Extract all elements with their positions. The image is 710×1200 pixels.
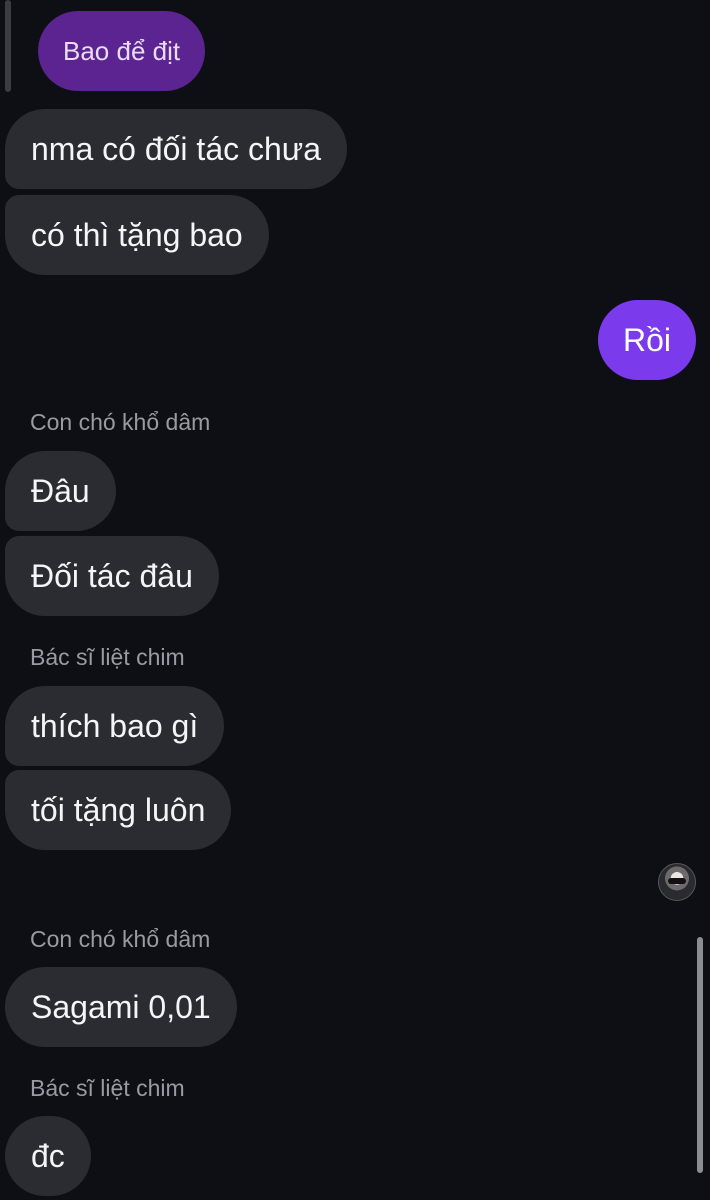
message-bubble[interactable]: Đâu [5,451,116,531]
sender-name[interactable]: Bác sĩ liệt chim [30,644,185,671]
message-bubble[interactable]: thích bao gì [5,686,225,766]
message-bubble[interactable]: nma có đối tác chưa [5,109,348,189]
message-bubble[interactable]: đc [5,1116,91,1196]
message-bubble[interactable]: có thì tặng bao [5,195,269,275]
reply-quote-bubble[interactable]: Bao để địt [38,11,206,91]
reply-quote-bar [5,0,11,92]
scrollbar-thumb[interactable] [697,937,703,1173]
my-message-bubble[interactable]: Rồi [598,300,697,380]
user-avatar-icon[interactable] [658,863,696,901]
chat-screen: Bao để địt nma có đối tác chưa có thì tặ… [0,0,710,1200]
sender-name[interactable]: Con chó khổ dâm [30,926,210,953]
message-bubble[interactable]: tối tặng luôn [5,770,232,850]
sender-name[interactable]: Con chó khổ dâm [30,409,210,436]
message-bubble[interactable]: Đối tác đâu [5,536,219,616]
message-bubble[interactable]: Sagami 0,01 [5,967,237,1047]
sender-name[interactable]: Bác sĩ liệt chim [30,1075,185,1102]
